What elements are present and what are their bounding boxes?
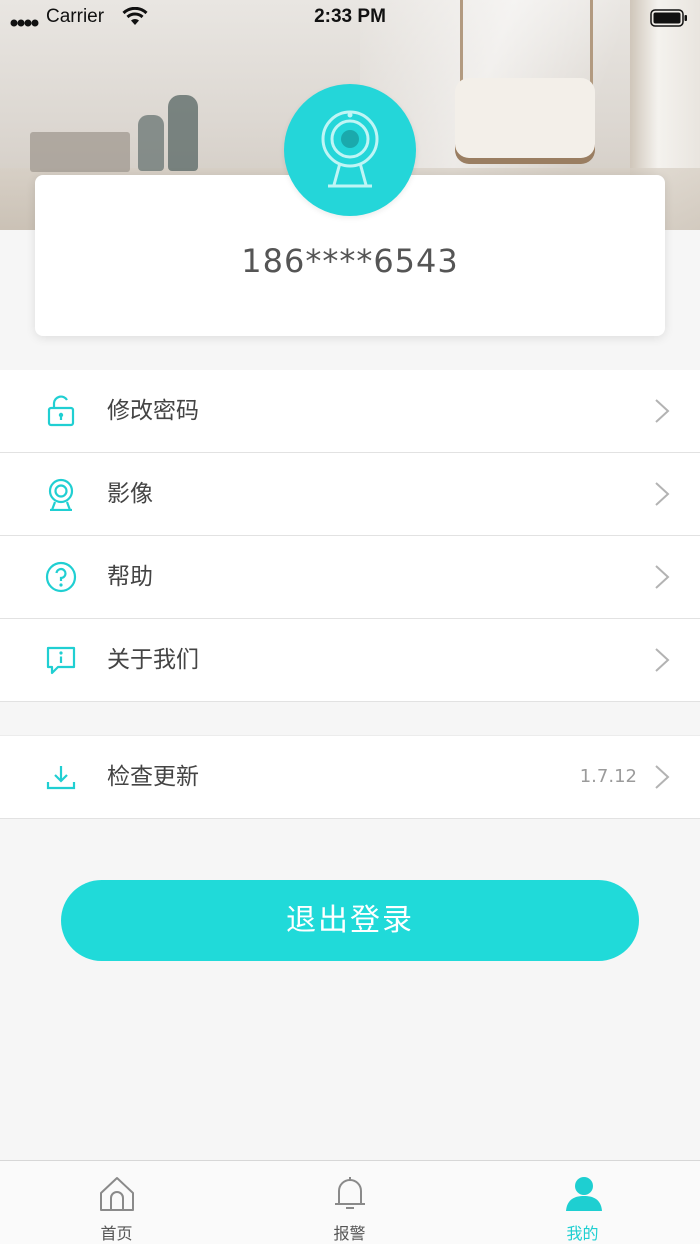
chevron-right-icon (654, 564, 670, 594)
download-icon (44, 760, 78, 794)
update-section: 检查更新 1.7.12 (0, 735, 700, 819)
status-bar: Carrier 2:33 PM (0, 0, 700, 36)
chevron-right-icon (654, 481, 670, 511)
menu-item-label: 修改密码 (107, 398, 199, 424)
battery-icon (650, 9, 688, 33)
menu-item-check-update[interactable]: 检查更新 1.7.12 (0, 736, 700, 819)
menu-item-label: 关于我们 (107, 647, 199, 673)
home-icon (98, 1175, 136, 1217)
webcam-icon (44, 477, 78, 512)
menu-item-video[interactable]: 影像 (0, 453, 700, 536)
avatar[interactable] (284, 84, 416, 216)
app-version: 1.7.12 (579, 766, 637, 787)
clock: 2:33 PM (314, 6, 386, 27)
tab-me[interactable]: 我的 (466, 1161, 699, 1244)
user-phone-number: 186****6543 (241, 242, 459, 280)
chevron-right-icon (654, 764, 670, 794)
tab-label: 首页 (100, 1224, 133, 1243)
menu-item-help[interactable]: 帮助 (0, 536, 700, 619)
user-icon (564, 1175, 604, 1217)
menu-item-label: 影像 (107, 481, 153, 507)
menu-item-change-password[interactable]: 修改密码 (0, 370, 700, 453)
logout-button[interactable]: 退出登录 (61, 880, 639, 961)
unlock-icon (44, 394, 78, 428)
settings-menu: 修改密码 影像 帮助 关于我们 (0, 370, 700, 702)
help-circle-icon (44, 560, 78, 594)
tab-bar: 首页 报警 我的 (0, 1160, 700, 1244)
tab-alarm[interactable]: 报警 (233, 1161, 466, 1244)
info-chat-icon (44, 643, 78, 677)
tab-label: 我的 (566, 1224, 599, 1243)
webcam-icon (314, 105, 386, 195)
bell-icon (331, 1175, 369, 1217)
chevron-right-icon (654, 647, 670, 677)
tab-label: 报警 (333, 1224, 366, 1243)
chevron-right-icon (654, 398, 670, 428)
menu-item-label: 检查更新 (107, 764, 199, 790)
tab-home[interactable]: 首页 (0, 1161, 233, 1244)
menu-item-about-us[interactable]: 关于我们 (0, 619, 700, 702)
menu-item-label: 帮助 (107, 564, 153, 590)
